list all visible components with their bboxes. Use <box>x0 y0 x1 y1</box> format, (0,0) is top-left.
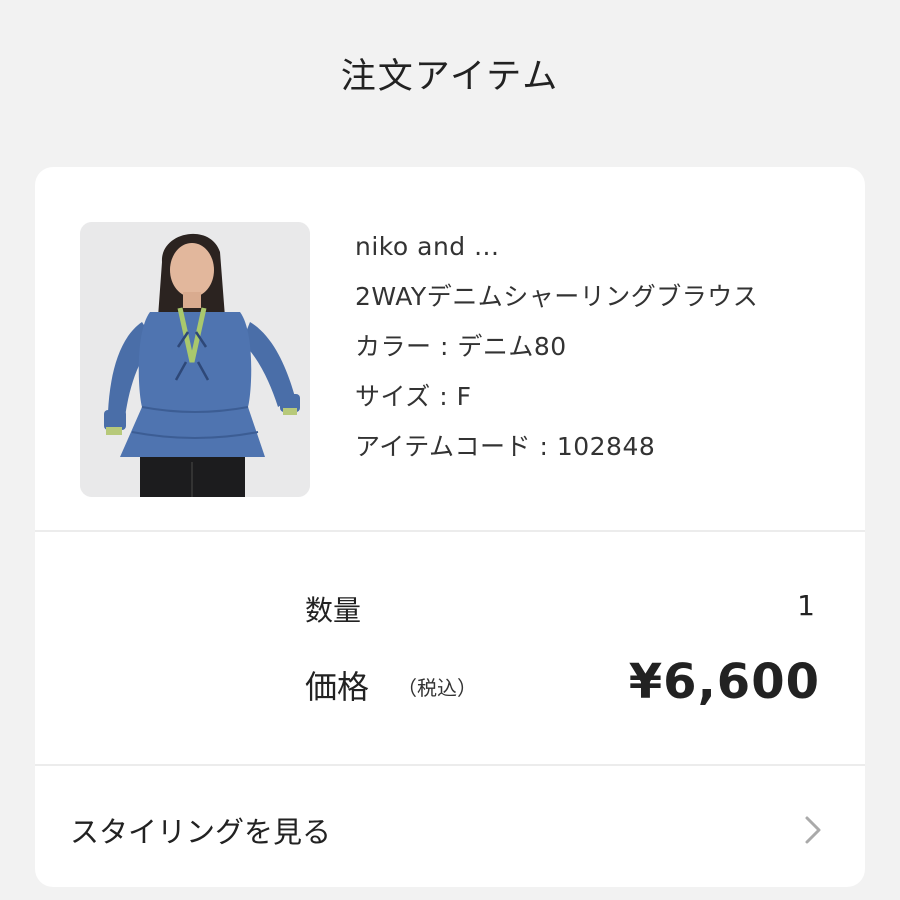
product-brand: niko and ... <box>355 232 500 261</box>
page-title: 注文アイテム <box>340 57 560 97</box>
quantity-label: 数量 <box>305 594 362 627</box>
product-color: カラー : デニム80 <box>355 332 567 361</box>
order-item-card: niko and ... 2WAYデニムシャーリングブラウス カラー : デニム… <box>35 167 865 887</box>
product-size: サイズ : F <box>355 382 472 411</box>
product-info: niko and ... 2WAYデニムシャーリングブラウス カラー : デニム… <box>355 222 758 472</box>
quantity-value: 1 <box>797 589 815 622</box>
order-summary: 数量 1 価格 （税込） ¥6,600 <box>35 534 865 766</box>
price-row: 価格 （税込） ¥6,600 <box>305 654 820 714</box>
quantity-row: 数量 1 <box>305 589 815 629</box>
view-styling-link[interactable]: スタイリングを見る <box>35 767 865 887</box>
product-image[interactable] <box>80 222 310 497</box>
view-styling-label: スタイリングを見る <box>70 815 332 849</box>
price-value: ¥6,600 <box>628 654 820 710</box>
price-label: 価格 <box>305 668 370 706</box>
tax-included-note: （税込） <box>397 676 477 700</box>
chevron-right-icon <box>805 816 821 844</box>
product-photo-illustration <box>80 222 310 497</box>
product-code: アイテムコード : 102848 <box>355 432 656 461</box>
product-name: 2WAYデニムシャーリングブラウス <box>355 282 759 311</box>
item-section: niko and ... 2WAYデニムシャーリングブラウス カラー : デニム… <box>35 167 865 532</box>
